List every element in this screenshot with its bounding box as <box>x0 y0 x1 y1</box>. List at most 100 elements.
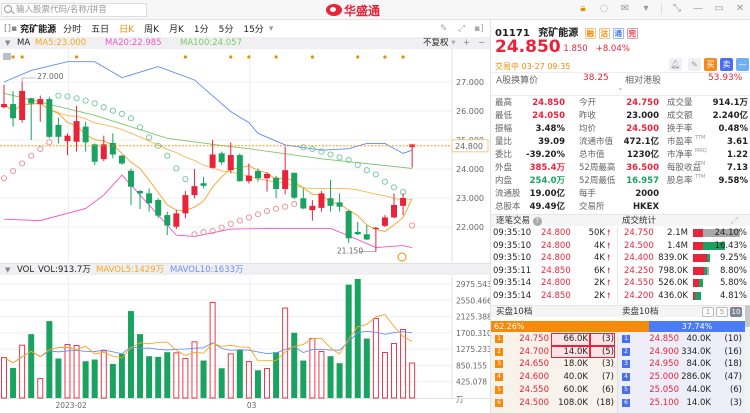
panel-toggle-icon[interactable]: []▪ <box>0 24 20 34</box>
more-button[interactable]: — <box>736 58 749 71</box>
mail-icon[interactable]: ✉ <box>619 3 631 14</box>
order-qty: 84.0K <box>686 359 712 370</box>
collapse-icon[interactable]: ▼ <box>5 264 10 276</box>
order-price[interactable]: 24.700 <box>519 346 549 359</box>
candle-body <box>400 198 407 206</box>
order-price[interactable]: 25.050 <box>649 384 679 397</box>
order-count: (3) <box>601 359 614 370</box>
candle-body <box>200 183 207 186</box>
volume-bar <box>363 338 370 398</box>
vol-legend-row: ▼ VOL VOL:913.7万 MAVOL5:1429万 MAVOL10:16… <box>0 263 490 275</box>
shirt-icon[interactable]: ▾ <box>640 3 652 14</box>
candle-body <box>146 193 153 204</box>
candle-body <box>173 213 180 227</box>
candle-body <box>264 173 271 179</box>
sell-button[interactable]: 卖 <box>720 58 733 71</box>
more-periods-dropdown[interactable]: ▾ <box>269 24 274 34</box>
note-icon[interactable]: ✎ <box>688 58 701 71</box>
trade-price: 24.800 <box>541 253 571 264</box>
sar-point <box>263 207 271 215</box>
up-arrow-icon: 🠕︎ <box>607 291 611 300</box>
deal-price: 24.200 <box>624 291 654 301</box>
bell-icon[interactable]: 🔔︎ <box>669 58 682 71</box>
close-button[interactable]: ✕ <box>734 3 746 14</box>
scrollbar-thumb[interactable] <box>745 305 750 327</box>
headset-icon[interactable]: ◌ <box>598 3 610 14</box>
sell-book-title: 卖盘10档 <box>622 307 659 317</box>
tab-5[interactable]: 1分 <box>189 22 214 35</box>
tab-1[interactable]: 五日 <box>86 22 114 35</box>
sar-point <box>191 231 198 238</box>
depth-option-10[interactable]: 10 <box>730 307 742 317</box>
order-price[interactable]: 24.550 <box>519 384 549 397</box>
change-pct: +8.04% <box>595 44 630 54</box>
expand-icon[interactable]: ⤢ <box>731 215 738 227</box>
candle-body <box>336 202 343 207</box>
shrink-icon[interactable]: ⤡ <box>671 3 683 14</box>
deal-bar-green <box>694 292 702 300</box>
order-price[interactable]: 24.650 <box>519 358 549 371</box>
volume-bar <box>218 368 225 398</box>
order-price[interactable]: 25.100 <box>649 397 679 410</box>
candle-body <box>236 155 243 182</box>
draw-pencil-icon[interactable]: ✎ <box>440 24 448 34</box>
search-input[interactable]: 输入股票代码/名称/拼音 <box>1 3 147 17</box>
volume-bar <box>264 368 270 399</box>
order-price[interactable]: 24.600 <box>519 371 549 384</box>
tab-7[interactable]: 15分 <box>238 22 268 35</box>
volume-bar <box>10 367 17 398</box>
volume-bar <box>55 358 62 398</box>
trade-price: 24.800 <box>541 240 571 251</box>
connect-badge[interactable]: 通 <box>612 28 624 39</box>
dock-icon[interactable]: ▪] <box>474 24 484 34</box>
minimize-button[interactable]: — <box>692 3 704 14</box>
order-count: (3) <box>601 334 614 344</box>
order-qty: 40.0K <box>563 372 589 383</box>
level-badge: 1 <box>495 335 503 343</box>
app-logo: 华盛通 <box>326 3 380 18</box>
scrollbar[interactable] <box>745 305 750 413</box>
expand-chevron-icon[interactable]: ⌄ <box>617 83 624 92</box>
stat-label: 最高 <box>495 98 513 108</box>
tab-3[interactable]: 周K <box>139 22 164 35</box>
order-price[interactable]: 24.500 <box>519 397 549 410</box>
order-price[interactable]: 24.900 <box>649 346 679 359</box>
tab-6[interactable]: 5分 <box>214 22 239 35</box>
complete-badge[interactable]: 完 <box>626 28 638 39</box>
short-badge[interactable]: 沽 <box>598 28 610 39</box>
volume-bar <box>164 352 171 398</box>
volume-bar <box>381 352 388 399</box>
sar-point <box>127 115 135 122</box>
volume-bar <box>336 363 343 398</box>
stat-label: 市盈率 <box>667 137 693 147</box>
help-icon[interactable]: ? <box>532 217 542 226</box>
depth-option-1[interactable]: 1 <box>702 307 714 317</box>
depth-option-5[interactable]: 5 <box>716 307 728 317</box>
order-qty: 60.0K <box>563 384 589 395</box>
fullscreen-icon[interactable]: ⤢ <box>458 24 465 34</box>
stat-value: 39.09 <box>538 137 565 147</box>
lock-icon[interactable]: 🔒︎ <box>577 3 589 14</box>
order-price[interactable]: 25.000 <box>649 371 679 384</box>
candle-body <box>273 177 280 190</box>
volume-chart[interactable]: 2975.543 2550.466 2125.388 1700.310 1275.233… <box>0 276 490 413</box>
volume-bar <box>173 352 180 399</box>
maximize-button[interactable]: ▭ <box>713 3 725 14</box>
volume-bar <box>372 317 379 399</box>
candlestick-chart[interactable]: 27.00026.00025.00024.00023.00022.00024.8… <box>0 48 490 262</box>
volume-bar <box>227 353 234 399</box>
tab-0[interactable]: 分时 <box>58 22 86 35</box>
volume-bar <box>254 370 261 398</box>
up-arrow-icon: 🠕︎ <box>607 228 611 237</box>
buy-button[interactable]: 买 <box>704 58 717 71</box>
tab-4[interactable]: 月K <box>164 22 189 35</box>
sar-point <box>363 167 370 174</box>
order-price[interactable]: 24.950 <box>649 358 679 371</box>
volume-bar <box>282 307 289 399</box>
order-price[interactable]: 24.750 <box>519 333 549 346</box>
stat-label: 外盘 <box>495 163 513 173</box>
tab-2[interactable]: 日K <box>114 22 139 35</box>
order-price[interactable]: 24.850 <box>649 333 679 346</box>
order-count: (6) <box>729 384 742 395</box>
margin-badge[interactable]: 融 <box>584 28 596 39</box>
